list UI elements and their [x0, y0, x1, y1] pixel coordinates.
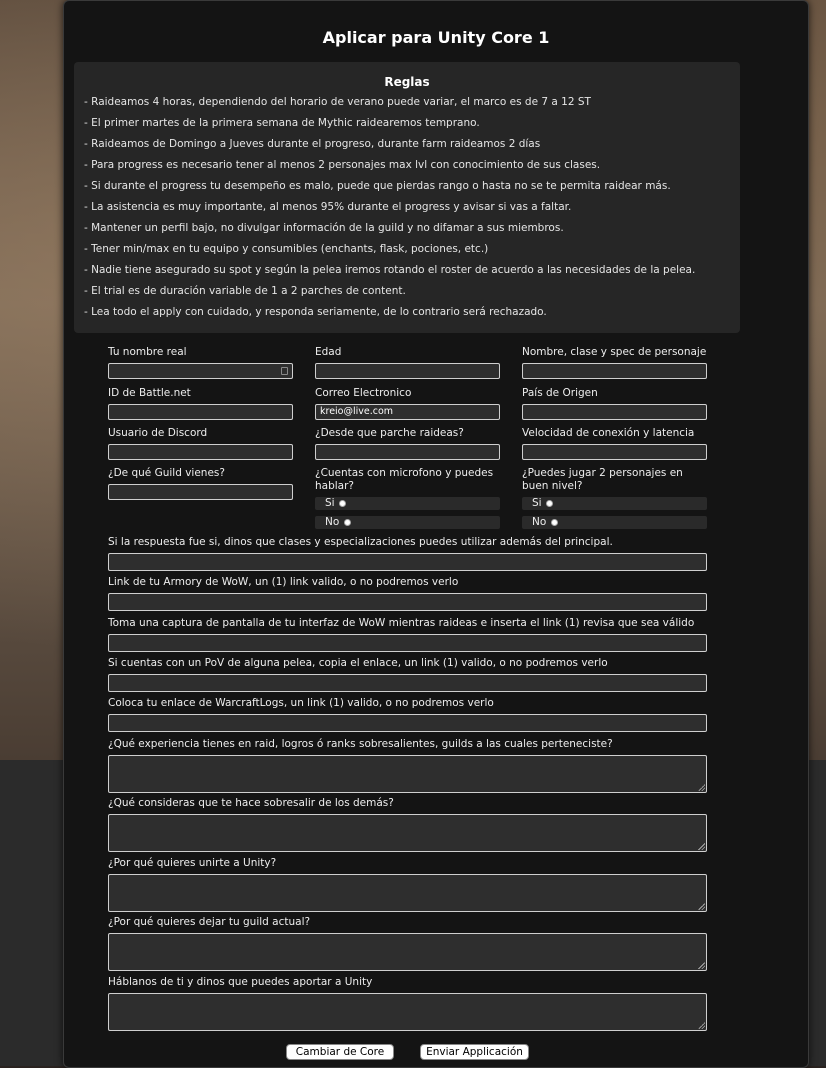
microphone-label: ¿Cuentas con microfono y puedes hablar?	[315, 467, 494, 492]
email-input[interactable]: kreio@live.com	[315, 404, 500, 420]
prev-guild-input[interactable]	[108, 484, 293, 500]
country-label: País de Origen	[522, 387, 598, 399]
warcraftlogs-input[interactable]	[108, 714, 707, 732]
armory-input[interactable]	[108, 593, 707, 611]
experience-textarea[interactable]	[108, 755, 707, 793]
connection-input[interactable]	[522, 444, 707, 460]
stand-out-label: ¿Qué consideras que te hace sobresalir d…	[108, 797, 394, 809]
about-you-label: Háblanos de ti y dinos que puedes aporta…	[108, 976, 373, 988]
resize-grip-icon[interactable]	[698, 1022, 705, 1029]
pov-input[interactable]	[108, 674, 707, 692]
age-input[interactable]	[315, 363, 500, 379]
autofill-key-icon	[281, 367, 288, 375]
connection-label: Velocidad de conexión y latencia	[522, 427, 695, 439]
about-you-textarea[interactable]	[108, 993, 707, 1031]
if-yes-input[interactable]	[108, 553, 707, 571]
screenshot-input[interactable]	[108, 634, 707, 652]
discord-label: Usuario de Discord	[108, 427, 208, 439]
warcraftlogs-label: Coloca tu enlace de WarcraftLogs, un lin…	[108, 697, 494, 709]
radio-no[interactable]	[344, 519, 351, 526]
if-yes-label: Si la respuesta fue si, dinos que clases…	[108, 536, 613, 548]
rule-item: - Para progress es necesario tener al me…	[84, 159, 601, 171]
two-chars-yes-option[interactable]: Si	[522, 497, 707, 510]
rules-panel: Reglas - Raideamos 4 horas, dependiendo …	[74, 62, 740, 333]
yes-label: Si	[532, 497, 542, 509]
why-join-textarea[interactable]	[108, 874, 707, 912]
microphone-yes-option[interactable]: Si	[315, 497, 500, 510]
armory-label: Link de tu Armory de WoW, un (1) link va…	[108, 576, 459, 588]
rule-item: - Raideamos de Domingo a Jueves durante …	[84, 138, 541, 150]
stand-out-textarea[interactable]	[108, 814, 707, 852]
country-input[interactable]	[522, 404, 707, 420]
rule-item: - Lea todo el apply con cuidado, y respo…	[84, 306, 547, 318]
radio-yes[interactable]	[546, 500, 553, 507]
email-label: Correo Electronico	[315, 387, 412, 399]
experience-label: ¿Qué experiencia tienes en raid, logros …	[108, 738, 613, 750]
prev-guild-label: ¿De qué Guild vienes?	[108, 467, 225, 479]
two-chars-label: ¿Puedes jugar 2 personajes en buen nivel…	[522, 467, 683, 492]
change-core-button[interactable]: Cambiar de Core	[286, 1044, 394, 1060]
no-label: No	[532, 516, 547, 528]
submit-application-button[interactable]: Enviar Applicación	[420, 1044, 529, 1060]
resize-grip-icon[interactable]	[698, 784, 705, 791]
discord-input[interactable]	[108, 444, 293, 460]
since-patch-label: ¿Desde que parche raideas?	[315, 427, 464, 439]
microphone-no-option[interactable]: No	[315, 516, 500, 529]
rule-item: - Tener min/max en tu equipo y consumibl…	[84, 243, 489, 255]
rule-item: - El primer martes de la primera semana …	[84, 117, 480, 129]
screenshot-label: Toma una captura de pantalla de tu inter…	[108, 617, 695, 629]
resize-grip-icon[interactable]	[698, 843, 705, 850]
why-join-label: ¿Por qué quieres unirte a Unity?	[108, 857, 277, 869]
since-patch-input[interactable]	[315, 444, 500, 460]
rule-item: - La asistencia es muy importante, al me…	[84, 201, 572, 213]
rule-item: - Raideamos 4 horas, dependiendo del hor…	[84, 96, 591, 108]
two-chars-no-option[interactable]: No	[522, 516, 707, 529]
real-name-label: Tu nombre real	[108, 346, 187, 358]
resize-grip-icon[interactable]	[698, 903, 705, 910]
modal-title: Aplicar para Unity Core 1	[322, 28, 550, 47]
pov-label: Si cuentas con un PoV de alguna pelea, c…	[108, 657, 608, 669]
rule-item: - El trial es de duración variable de 1 …	[84, 285, 406, 297]
rule-item: - Si durante el progress tu desempeño es…	[84, 180, 671, 192]
no-label: No	[325, 516, 340, 528]
battlenet-input[interactable]	[108, 404, 293, 420]
battlenet-label: ID de Battle.net	[108, 387, 191, 399]
age-label: Edad	[315, 346, 342, 358]
radio-no[interactable]	[551, 519, 558, 526]
rule-item: - Nadie tiene asegurado su spot y según …	[84, 264, 696, 276]
real-name-input[interactable]	[108, 363, 293, 379]
character-input[interactable]	[522, 363, 707, 379]
application-modal: Aplicar para Unity Core 1 Reglas - Raide…	[63, 0, 809, 1068]
character-label: Nombre, clase y spec de personaje	[522, 346, 707, 358]
why-leave-label: ¿Por qué quieres dejar tu guild actual?	[108, 916, 311, 928]
rule-item: - Mantener un perfil bajo, no divulgar i…	[84, 222, 564, 234]
rules-heading: Reglas	[384, 75, 430, 89]
radio-yes[interactable]	[339, 500, 346, 507]
yes-label: Si	[325, 497, 335, 509]
resize-grip-icon[interactable]	[698, 962, 705, 969]
why-leave-textarea[interactable]	[108, 933, 707, 971]
